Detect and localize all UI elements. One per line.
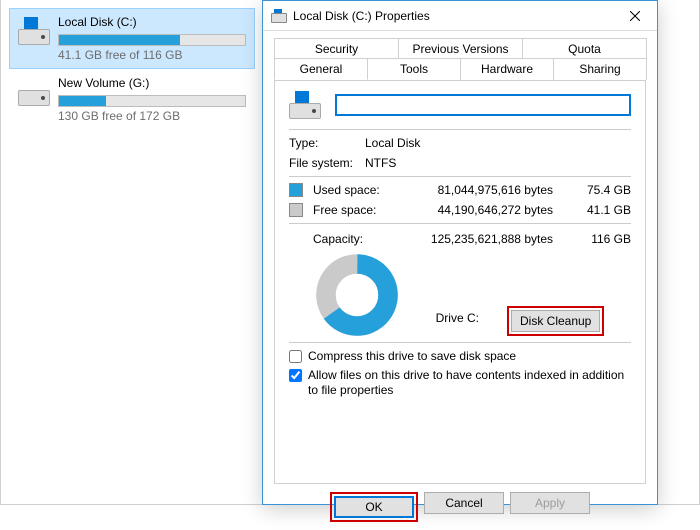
- separator: [289, 176, 631, 177]
- hard-drive-icon: [18, 78, 50, 106]
- apply-button[interactable]: Apply: [510, 492, 590, 514]
- index-checkbox[interactable]: [289, 369, 302, 382]
- used-space-gb: 75.4 GB: [573, 183, 631, 197]
- capacity-label: Capacity:: [313, 232, 387, 246]
- ok-button[interactable]: OK: [334, 496, 414, 518]
- hard-drive-icon: [289, 91, 321, 119]
- free-space-label: Free space:: [313, 203, 387, 217]
- tab-quota[interactable]: Quota: [522, 38, 647, 59]
- titlebar[interactable]: Local Disk (C:) Properties: [263, 1, 657, 31]
- capacity-bytes: 125,235,621,888 bytes: [387, 232, 573, 246]
- drive-name-label: New Volume (G:): [58, 76, 246, 90]
- drive-name-label: Local Disk (C:): [58, 15, 246, 29]
- used-space-bytes: 81,044,975,616 bytes: [387, 183, 573, 197]
- tab-general[interactable]: General: [274, 58, 368, 80]
- compress-label[interactable]: Compress this drive to save disk space: [308, 349, 631, 364]
- chart-drive-label: Drive C:: [436, 311, 479, 331]
- close-icon: [630, 11, 640, 21]
- free-space-gb: 41.1 GB: [573, 203, 631, 217]
- separator: [289, 342, 631, 343]
- used-space-label: Used space:: [313, 183, 387, 197]
- cancel-button[interactable]: Cancel: [424, 492, 504, 514]
- tab-hardware[interactable]: Hardware: [460, 58, 554, 80]
- capacity-bar: [58, 95, 246, 107]
- index-label[interactable]: Allow files on this drive to have conten…: [308, 368, 631, 398]
- filesystem-label: File system:: [289, 156, 365, 170]
- dialog-button-row: OK Cancel Apply: [263, 484, 657, 530]
- drive-free-label: 41.1 GB free of 116 GB: [58, 48, 246, 62]
- tab-sharing[interactable]: Sharing: [553, 58, 647, 80]
- volume-label-input[interactable]: [335, 94, 631, 116]
- close-button[interactable]: [613, 2, 657, 30]
- compress-checkbox[interactable]: [289, 350, 302, 363]
- tab-previous-versions[interactable]: Previous Versions: [398, 38, 523, 59]
- used-space-swatch: [289, 183, 303, 197]
- hard-drive-icon: [18, 17, 50, 45]
- tab-strip: Security Previous Versions Quota General…: [263, 31, 657, 81]
- capacity-gb: 116 GB: [573, 232, 631, 246]
- separator: [289, 223, 631, 224]
- highlight-annotation: OK: [330, 492, 418, 522]
- properties-dialog: Local Disk (C:) Properties Security Prev…: [262, 0, 658, 505]
- type-label: Type:: [289, 136, 365, 150]
- drive-item-c[interactable]: Local Disk (C:) 41.1 GB free of 116 GB: [9, 8, 255, 69]
- tab-security[interactable]: Security: [274, 38, 399, 59]
- free-space-bytes: 44,190,646,272 bytes: [387, 203, 573, 217]
- free-space-swatch: [289, 203, 303, 217]
- drive-item-g[interactable]: New Volume (G:) 130 GB free of 172 GB: [9, 69, 255, 130]
- dialog-title: Local Disk (C:) Properties: [293, 9, 613, 23]
- drive-list: Local Disk (C:) 41.1 GB free of 116 GB N…: [9, 8, 255, 130]
- hard-drive-icon: [271, 9, 287, 23]
- filesystem-value: NTFS: [365, 156, 631, 170]
- separator: [289, 129, 631, 130]
- highlight-annotation: Disk Cleanup: [507, 306, 604, 336]
- tab-content-general: Type: Local Disk File system: NTFS Used …: [274, 80, 646, 484]
- disk-usage-chart: [316, 254, 398, 336]
- drive-free-label: 130 GB free of 172 GB: [58, 109, 246, 123]
- capacity-bar: [58, 34, 246, 46]
- disk-cleanup-button[interactable]: Disk Cleanup: [511, 310, 600, 332]
- tab-tools[interactable]: Tools: [367, 58, 461, 80]
- type-value: Local Disk: [365, 136, 631, 150]
